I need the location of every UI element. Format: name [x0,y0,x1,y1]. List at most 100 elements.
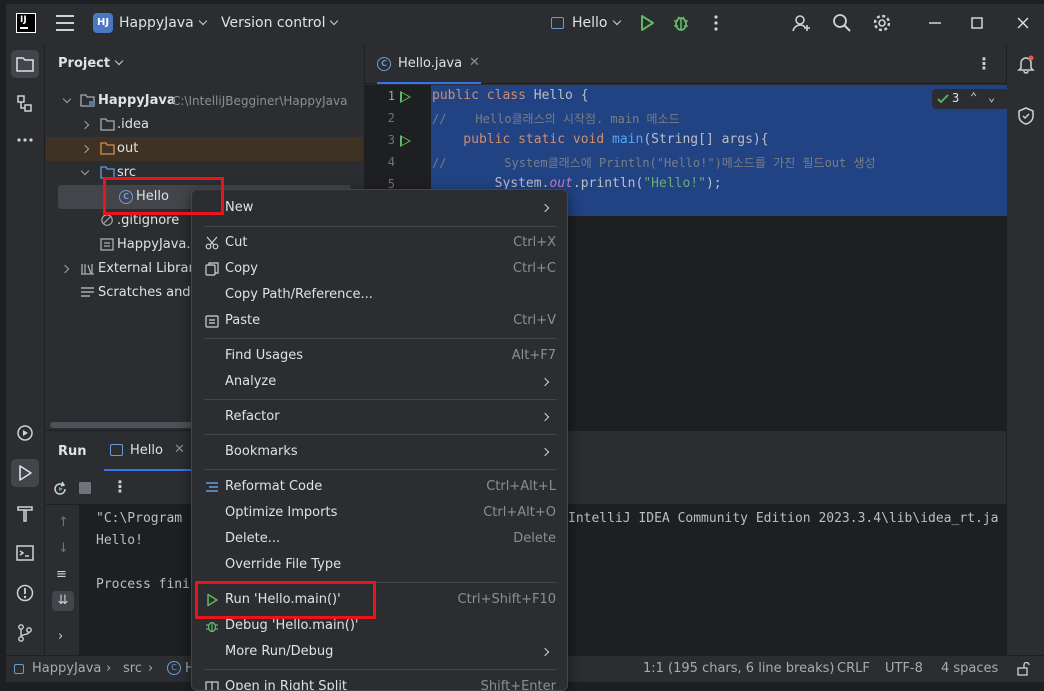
module-folder-icon [80,94,95,107]
more-actions-icon[interactable] [706,13,726,33]
scroll-to-end-icon[interactable]: ⇊ [52,591,74,611]
menu-separator [204,434,557,435]
tab-options-icon[interactable]: ⋮ [976,54,992,73]
inspection-count: 3 [952,91,960,105]
minimize-icon[interactable] [926,14,944,32]
down-arrow-icon[interactable]: ↓ [58,541,69,556]
breadcrumb-project[interactable]: HappyJava [32,661,101,676]
menu-item-find-usages[interactable]: Find Usages Alt+F7 [197,343,564,369]
main-menu-icon[interactable] [56,15,74,31]
project-switcher[interactable]: HappyJava [119,15,207,31]
code-line: public class Hello { [432,88,589,103]
menu-item-paste[interactable]: Paste Ctrl+V [197,308,564,334]
chevron-down-icon [114,56,124,66]
rerun-icon[interactable] [52,481,68,497]
close-tab-icon[interactable]: ✕ [469,55,480,70]
expand-arrow-icon[interactable] [80,144,90,154]
build-tool-button[interactable] [11,499,39,527]
menu-item-open-right-split[interactable]: Open in Right Split Shift+Enter [197,674,564,690]
problems-tool-button[interactable] [11,579,39,607]
soft-wrap-icon[interactable]: ≡ [56,567,67,582]
expand-chevron-icon[interactable]: › [58,629,63,644]
menu-item-copy[interactable]: Copy Ctrl+C [197,256,564,282]
indent-setting[interactable]: 4 spaces [941,661,998,676]
caret-position[interactable]: 1:1 (195 chars, 6 line breaks) [643,661,834,676]
debug-icon[interactable] [671,13,691,33]
file-encoding[interactable]: UTF-8 [885,661,923,676]
services-tool-button[interactable] [11,419,39,447]
close-window-icon[interactable] [1014,14,1032,32]
expand-arrow-icon[interactable] [60,264,70,274]
git-tool-button[interactable] [11,619,39,647]
run-icon[interactable] [637,13,657,33]
search-icon[interactable] [832,13,852,33]
menu-item-delete[interactable]: Delete... Delete [197,526,564,552]
expand-arrow-icon[interactable] [80,166,90,176]
next-highlight-icon[interactable]: ⌄ [988,90,995,104]
breadcrumb-src[interactable]: src [123,661,142,676]
submenu-arrow-icon [540,447,550,457]
add-user-icon[interactable] [792,13,812,33]
run-tab-hello[interactable]: Hello ✕ [104,431,194,471]
expand-arrow-icon[interactable] [62,94,72,104]
run-panel-title: Run [58,444,87,459]
tree-item-happyjava[interactable]: HappyJava C:\IntelliJBegginer\HappyJava [46,89,363,113]
menu-item-reformat-code[interactable]: Reformat Code Ctrl+Alt+L [197,474,564,500]
previous-highlight-icon[interactable]: ⌃ [970,90,977,104]
highlight-box-hello [103,177,224,215]
tree-item-label: out [117,141,139,156]
run-tool-button[interactable] [11,459,39,487]
menu-item-override-file-type[interactable]: Override File Type [197,552,564,578]
console-line: Hello! [96,533,143,548]
line-number: 4 [387,155,395,169]
menu-item-analyze[interactable]: Analyze [197,369,564,395]
more-tools-icon[interactable] [11,126,39,154]
folder-icon [100,118,115,131]
tree-item-out[interactable]: out [46,137,363,161]
menu-item-more-run-debug[interactable]: More Run/Debug [197,639,564,665]
menu-item-new[interactable]: New [197,195,564,221]
structure-tool-button[interactable] [11,90,39,118]
run-gutter-icon[interactable] [400,135,411,147]
settings-gear-icon[interactable] [872,13,892,33]
menu-item-cut[interactable]: Cut Ctrl+X [197,230,564,256]
run-config-label: Hello [572,15,608,31]
run-gutter-icon[interactable] [400,91,411,103]
inspection-widget[interactable]: 3 ⌃ ⌄ [932,89,1008,109]
notifications-bell-icon[interactable] [1012,50,1040,78]
menu-item-optimize-imports[interactable]: Optimize Imports Ctrl+Alt+O [197,500,564,526]
tree-item-idea[interactable]: .idea [46,113,363,137]
excluded-folder-icon [100,142,115,155]
ai-shield-icon[interactable] [1012,102,1040,130]
run-config-selector[interactable]: Hello [572,15,621,31]
highlight-box-run [195,581,376,619]
project-panel-title: Project [58,56,111,71]
left-tool-strip [6,44,45,654]
menu-item-bookmarks[interactable]: Bookmarks [197,439,564,465]
menu-separator [204,338,557,339]
tree-item-label: Scratches and [98,285,191,300]
title-bar: IJ HJ HappyJava Version control Hello [6,4,1044,44]
terminal-tool-button[interactable] [11,539,39,567]
vcs-widget[interactable]: Version control [221,15,339,31]
submenu-arrow-icon [540,203,550,213]
expand-arrow-icon[interactable] [80,120,90,130]
project-tool-button[interactable] [11,50,39,78]
module-icon [14,664,24,674]
tab-hello-java[interactable]: C Hello.java ✕ [377,44,481,84]
unlock-icon[interactable] [1016,662,1030,676]
reformat-icon [206,482,218,492]
up-arrow-icon[interactable]: ↑ [58,515,69,530]
close-tab-icon[interactable]: ✕ [174,442,185,457]
menu-item-copy-path[interactable]: Copy Path/Reference... [197,282,564,308]
maximize-icon[interactable] [968,14,986,32]
more-options-icon[interactable]: ⋮ [112,477,128,496]
stop-icon[interactable] [79,482,91,494]
menu-item-refactor[interactable]: Refactor [197,404,564,430]
project-badge[interactable]: HJ [93,13,113,33]
project-panel-header[interactable]: Project [58,56,124,71]
intellij-logo-icon: IJ [16,13,36,33]
chevron-down-icon [198,16,207,26]
run-tab-label: Hello [130,443,163,458]
line-separator[interactable]: CRLF [837,661,870,676]
